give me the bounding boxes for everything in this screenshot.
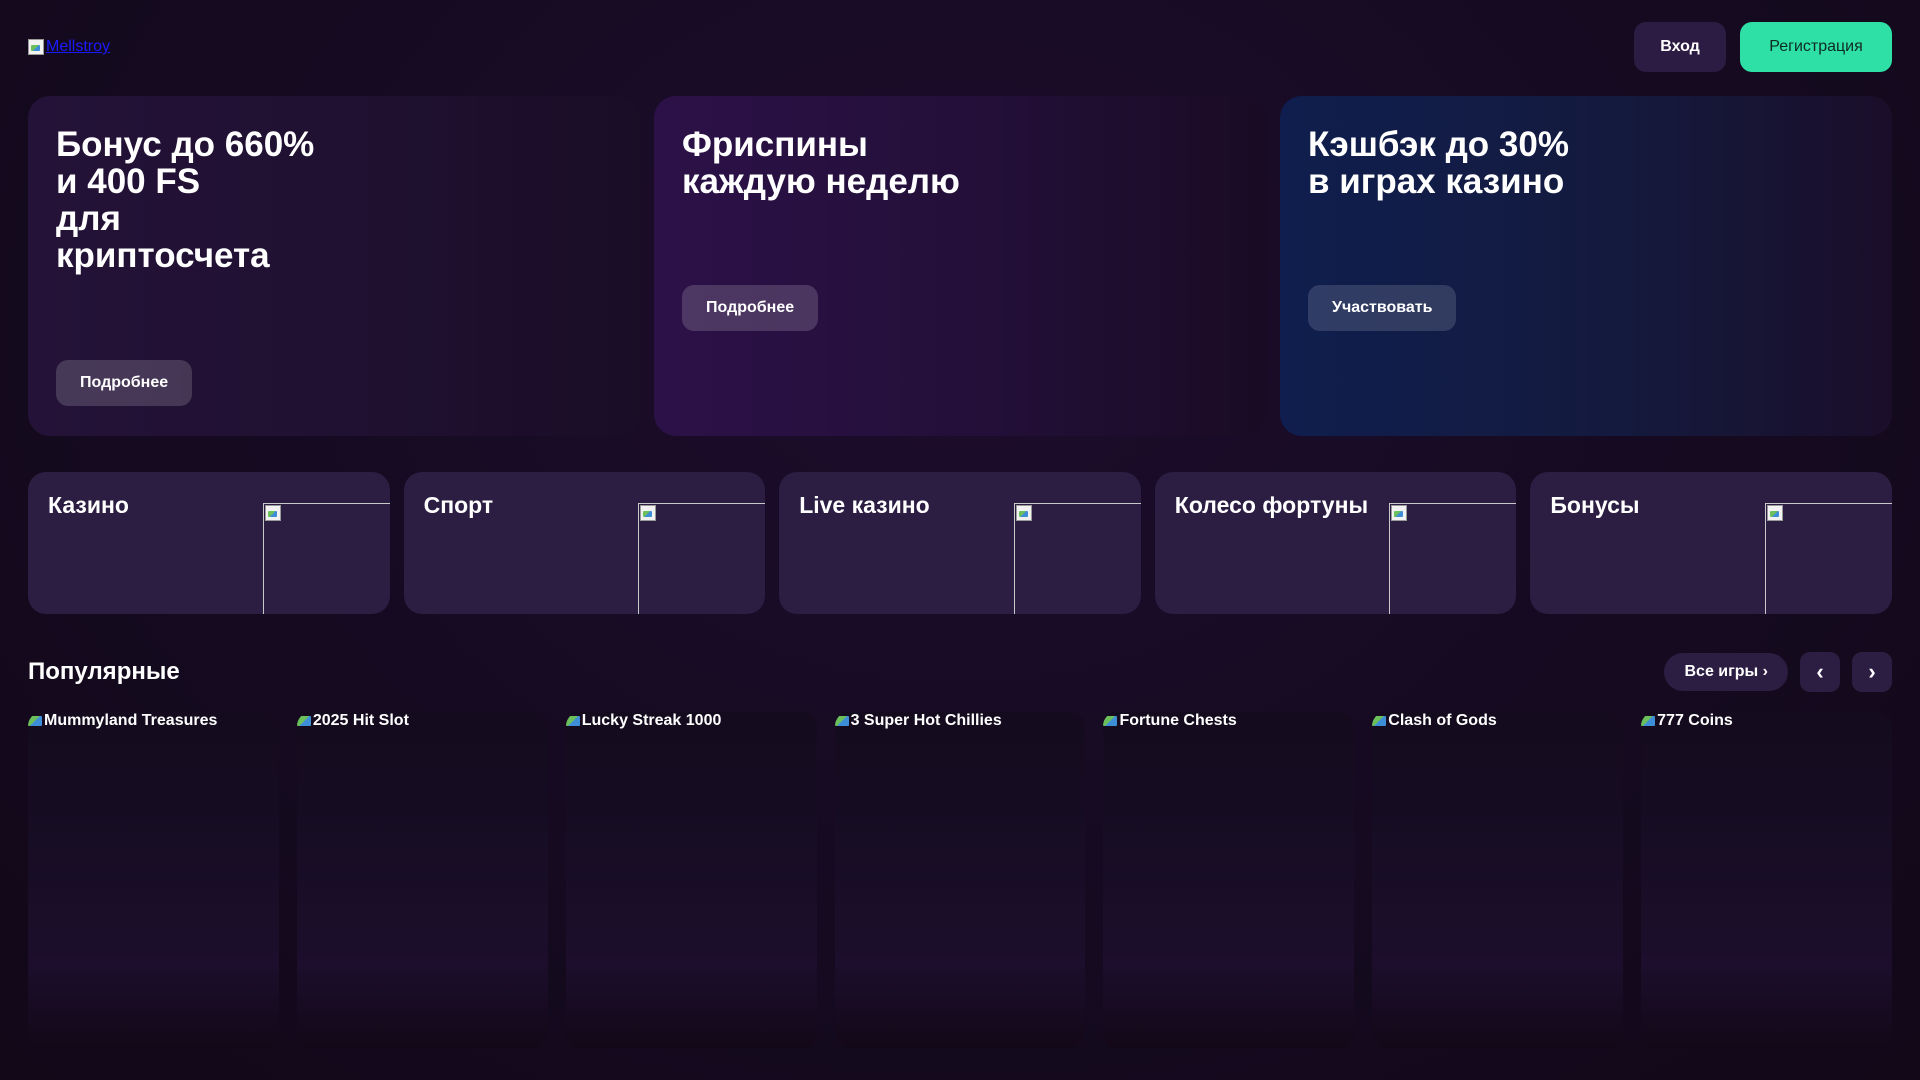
game-name: 2025 Hit Slot: [312, 712, 409, 729]
game-name: Fortune Chests: [1119, 712, 1237, 729]
header-actions: Вход Регистрация: [1634, 22, 1892, 72]
carousel-next-button[interactable]: ›: [1852, 652, 1892, 692]
game-card[interactable]: Mummyland Treasures: [28, 712, 279, 1048]
broken-image-icon: [834, 713, 851, 729]
game-image-alt: 2025 Hit Slot: [296, 712, 548, 730]
game-image-alt: Clash of Gods: [1372, 712, 1623, 730]
category-wheel-of-fortune[interactable]: Колесо фортуны: [1154, 472, 1517, 614]
all-games-button[interactable]: Все игры ›: [1664, 653, 1788, 691]
login-button[interactable]: Вход: [1634, 22, 1726, 72]
category-image: [262, 503, 390, 614]
game-name: 777 Coins: [1657, 712, 1733, 729]
broken-image-icon: [1766, 505, 1783, 521]
broken-image-icon: [1391, 505, 1408, 521]
category-image: [1389, 503, 1517, 614]
promo-details-button[interactable]: Подробнее: [682, 285, 819, 331]
game-card[interactable]: Fortune Chests: [1103, 712, 1355, 1048]
popular-games-carousel: Mummyland Treasures 2025 Hit Slot Lucky …: [28, 712, 1893, 1048]
broken-image-icon: [1103, 713, 1119, 729]
broken-image-icon: [264, 505, 281, 521]
section-title: Популярные: [28, 658, 180, 685]
broken-image-icon: [296, 713, 313, 729]
broken-image-icon: [28, 713, 44, 729]
category-casino[interactable]: Казино: [28, 472, 390, 614]
promo-title: Фриспины каждую неделю: [682, 125, 960, 201]
broken-image-icon: [640, 505, 657, 521]
category-image: [1013, 503, 1141, 614]
category-sport[interactable]: Спорт: [403, 472, 766, 614]
site-logo-link[interactable]: Mellstroy: [28, 38, 110, 56]
broken-image-icon: [1372, 713, 1388, 729]
popular-section-header: Популярные Все игры › ‹ ›: [28, 652, 1892, 692]
game-image-alt: 3 Super Hot Chillies: [834, 712, 1086, 730]
broken-image-icon: [565, 713, 582, 729]
category-image: [1764, 503, 1892, 614]
game-card[interactable]: 3 Super Hot Chillies: [834, 712, 1086, 1048]
promo-card-cashback[interactable]: Кэшбэк до 30% в играх казино Участвовать: [1280, 96, 1892, 436]
register-button[interactable]: Регистрация: [1740, 22, 1892, 72]
game-image-alt: Fortune Chests: [1103, 712, 1354, 730]
top-header: Mellstroy Вход Регистрация: [28, 22, 1892, 72]
carousel-prev-button[interactable]: ‹: [1800, 652, 1840, 692]
promo-banners: Бонус до 660% и 400 FS для криптосчета П…: [28, 96, 1892, 436]
broken-image-icon: [1641, 713, 1657, 729]
promo-card-freespins[interactable]: Фриспины каждую неделю Подробнее: [654, 96, 1266, 436]
promo-details-button[interactable]: Подробнее: [56, 360, 193, 406]
game-name: Clash of Gods: [1388, 712, 1497, 729]
promo-title: Кэшбэк до 30% в играх казино: [1308, 125, 1569, 201]
promo-title: Бонус до 660% и 400 FS для криптосчета: [56, 125, 315, 275]
logo-image-icon: [28, 39, 44, 55]
game-name: 3 Super Hot Chillies: [850, 712, 1002, 729]
category-bonuses[interactable]: Бонусы: [1530, 472, 1892, 614]
category-tiles: Казино Спорт Live казино Колесо фортуны …: [28, 472, 1892, 614]
carousel-controls: Все игры › ‹ ›: [1664, 652, 1892, 692]
game-image-alt: 777 Coins: [1641, 712, 1892, 730]
game-image-alt: Mummyland Treasures: [28, 712, 279, 730]
game-card[interactable]: Lucky Streak 1000: [565, 712, 817, 1048]
game-card[interactable]: 777 Coins: [1641, 712, 1893, 1048]
category-image: [638, 503, 766, 614]
category-live-casino[interactable]: Live казино: [779, 472, 1141, 614]
broken-image-icon: [1015, 505, 1032, 521]
game-name: Lucky Streak 1000: [581, 712, 722, 729]
game-card[interactable]: 2025 Hit Slot: [296, 712, 548, 1048]
logo-alt-text: Mellstroy: [46, 38, 111, 55]
game-image-alt: Lucky Streak 1000: [565, 712, 817, 730]
promo-participate-button[interactable]: Участвовать: [1308, 285, 1457, 331]
game-card[interactable]: Clash of Gods: [1372, 712, 1624, 1048]
promo-card-crypto-bonus[interactable]: Бонус до 660% и 400 FS для криптосчета П…: [28, 96, 640, 436]
game-name: Mummyland Treasures: [44, 712, 218, 729]
